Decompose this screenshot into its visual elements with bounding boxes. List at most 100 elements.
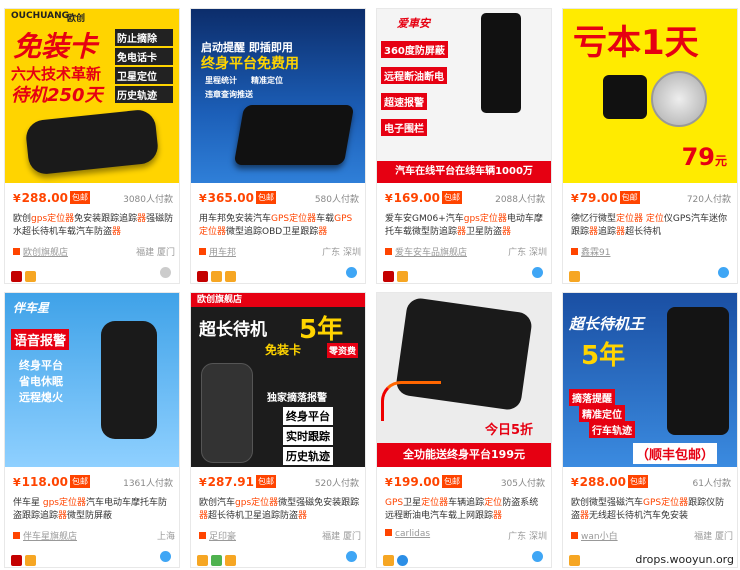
gold-seller-icon[interactable] <box>383 555 394 566</box>
chat-icon[interactable] <box>532 551 543 562</box>
chat-icon[interactable] <box>346 551 357 562</box>
gold-seller-icon[interactable] <box>197 555 208 566</box>
product-title[interactable]: 欧创gps定位器免安装跟踪追踪器强磁防水超长待机车载汽车防盗器 <box>13 213 175 239</box>
service-icon[interactable] <box>397 555 408 566</box>
product-title[interactable]: 德忆行微型定位器 定位仪GPS汽车迷你 跟踪器追踪器超长待机 <box>571 213 733 239</box>
shop-icon <box>199 248 206 255</box>
tmall-icon[interactable] <box>11 555 22 566</box>
product-title[interactable]: 伴车星 gps定位器汽车电动车摩托车防盗跟踪追踪器微型防屏蔽 <box>13 497 175 523</box>
device-picture <box>603 75 647 119</box>
shop-icon <box>385 529 392 536</box>
sales-count: 720人付款 <box>687 192 731 205</box>
service-icon[interactable] <box>397 271 408 282</box>
price: ¥288.00包邮 <box>571 475 648 489</box>
product-grid: OUCHUANG 欧创 免装卡 防止摘除 免电话卡 卫星定位 历史轨迹 六大技术… <box>0 0 740 568</box>
free-shipping-badge: 包邮 <box>70 191 90 204</box>
gps-device-picture <box>667 307 729 435</box>
product-card[interactable]: 亏本1天 79元 ¥79.00包邮 720人付款 德忆行微型定位器 定位仪GPS… <box>562 8 738 284</box>
location: 广东 深圳 <box>508 529 547 542</box>
price: ¥288.00包邮 <box>13 191 90 205</box>
service-icon[interactable] <box>25 271 36 282</box>
price: ¥287.91包邮 <box>199 475 276 489</box>
chat-icon[interactable] <box>718 267 729 278</box>
chat-icon[interactable] <box>160 551 171 562</box>
shop-link[interactable]: 鑫霖91 <box>571 245 610 258</box>
free-shipping-badge: 包邮 <box>628 475 648 488</box>
chat-icon[interactable] <box>160 267 171 278</box>
product-title[interactable]: 爱车安GM06+汽车gps定位器电动车摩托车载微型防追踪器卫星防盗器 <box>385 213 547 239</box>
location: 广东 深圳 <box>508 245 547 258</box>
brand-logo: OUCHUANG <box>11 11 69 21</box>
shop-link[interactable]: carlidas <box>385 529 430 539</box>
shop-link[interactable]: 伴车星旗舰店 <box>13 529 77 542</box>
shop-icon <box>13 532 20 539</box>
service-icon[interactable] <box>225 555 236 566</box>
sales-count: 580人付款 <box>315 192 359 205</box>
product-title[interactable]: GPS卫星定位器车辆追踪定位防盗系统远程断油电汽车载上网跟踪器 <box>385 497 547 523</box>
shop-icon <box>385 248 392 255</box>
location: 福建 厦门 <box>136 245 175 258</box>
product-title[interactable]: 欧创汽车gps定位器微型强磁免安装跟踪器超长待机卫星追踪防盗器 <box>199 497 361 523</box>
watermark: drops.wooyun.org <box>635 553 734 566</box>
shop-icon <box>571 248 578 255</box>
product-image[interactable]: OUCHUANG 欧创 免装卡 防止摘除 免电话卡 卫星定位 历史轨迹 六大技术… <box>5 9 179 183</box>
shop-link[interactable]: 用车邦 <box>199 245 236 258</box>
service-icon[interactable] <box>225 271 236 282</box>
shop-link[interactable]: wan小白 <box>571 529 618 542</box>
shop-link[interactable]: 欧创旗舰店 <box>13 245 68 258</box>
sales-count: 1361人付款 <box>123 476 173 489</box>
product-card[interactable]: 伴车星 语音报警 终身平台 省电休眠 远程熄火 ¥118.00包邮 1361人付… <box>4 292 180 568</box>
sales-count: 2088人付款 <box>495 192 545 205</box>
service-icon[interactable] <box>569 271 580 282</box>
product-card[interactable]: 超长待机王 5年 摘落提醒 精准定位 行车轨迹 （顺丰包邮） ¥288.00包邮… <box>562 292 738 568</box>
service-icon[interactable] <box>25 555 36 566</box>
price: ¥169.00包邮 <box>385 191 462 205</box>
obd-device-picture <box>234 105 355 165</box>
free-shipping-badge: 包邮 <box>256 475 276 488</box>
location: 福建 厦门 <box>694 529 733 542</box>
product-title[interactable]: 欧创微型强磁汽车GPS定位器跟踪仪防盗器无线超长待机汽车免安装 <box>571 497 733 523</box>
enterprise-icon[interactable] <box>197 271 208 282</box>
sales-count: 61人付款 <box>693 476 731 489</box>
gps-device-picture <box>101 321 157 439</box>
price: ¥79.00包邮 <box>571 191 640 205</box>
product-image[interactable]: 爱車安 360度防屏蔽 远程断油断电 超速报警 电子围栏 汽车在线平台在线车辆1… <box>377 9 551 183</box>
free-shipping-badge: 包邮 <box>70 475 90 488</box>
wire-harness-picture <box>381 381 441 421</box>
location: 上海 <box>157 529 175 542</box>
product-card[interactable]: 启动提醒 即插即用 终身平台免费用 里程统计 精准定位 违章查询推送 ¥365.… <box>190 8 366 284</box>
sales-count: 305人付款 <box>501 476 545 489</box>
sales-count: 520人付款 <box>315 476 359 489</box>
product-image[interactable]: 伴车星 语音报警 终身平台 省电休眠 远程熄火 <box>5 293 179 467</box>
product-image[interactable]: 今日5折 全功能送终身平台199元 <box>377 293 551 467</box>
chat-icon[interactable] <box>532 267 543 278</box>
brand-logo: 爱車安 <box>397 15 430 31</box>
product-title[interactable]: 用车邦免安装汽车GPS定位器车载GPS定位器微型追踪OBD卫星跟踪器 <box>199 213 361 239</box>
free-shipping-badge: 包邮 <box>442 475 462 488</box>
shop-icon <box>199 532 206 539</box>
location: 广东 深圳 <box>322 245 361 258</box>
product-image[interactable]: 超长待机王 5年 摘落提醒 精准定位 行车轨迹 （顺丰包邮） <box>563 293 737 467</box>
coin-picture <box>651 71 707 127</box>
sales-count: 3080人付款 <box>123 192 173 205</box>
tmall-icon[interactable] <box>11 271 22 282</box>
service-icon[interactable] <box>211 555 222 566</box>
price: ¥118.00包邮 <box>13 475 90 489</box>
shop-link[interactable]: 足印豪 <box>199 529 236 542</box>
product-card[interactable]: 爱車安 360度防屏蔽 远程断油断电 超速报警 电子围栏 汽车在线平台在线车辆1… <box>376 8 552 284</box>
service-icon[interactable] <box>569 555 580 566</box>
tmall-icon[interactable] <box>383 271 394 282</box>
brand-logo: 伴车星 <box>13 299 49 316</box>
product-image[interactable]: 启动提醒 即插即用 终身平台免费用 里程统计 精准定位 违章查询推送 <box>191 9 365 183</box>
service-icon[interactable] <box>211 271 222 282</box>
free-shipping-badge: 包邮 <box>620 191 640 204</box>
chat-icon[interactable] <box>346 267 357 278</box>
product-card[interactable]: OUCHUANG 欧创 免装卡 防止摘除 免电话卡 卫星定位 历史轨迹 六大技术… <box>4 8 180 284</box>
price: ¥365.00包邮 <box>199 191 276 205</box>
product-card[interactable]: 今日5折 全功能送终身平台199元 ¥199.00包邮 305人付款 GPS卫星… <box>376 292 552 568</box>
product-image[interactable]: 欧创旗舰店 超长待机 5年 免装卡 零资费 独家摘落报警 终身平台 实时跟踪 历… <box>191 293 365 467</box>
shop-link[interactable]: 爱车安车品旗舰店 <box>385 245 467 258</box>
product-card[interactable]: 欧创旗舰店 超长待机 5年 免装卡 零资费 独家摘落报警 终身平台 实时跟踪 历… <box>190 292 366 568</box>
product-image[interactable]: 亏本1天 79元 <box>563 9 737 183</box>
gps-device-picture <box>481 13 521 113</box>
